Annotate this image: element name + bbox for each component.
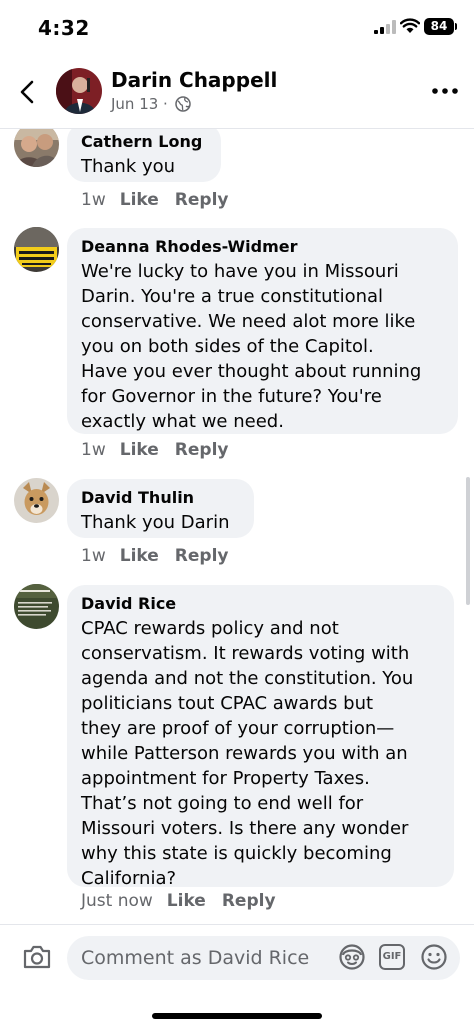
comment-author[interactable]: David Rice [81,592,440,616]
comment-actions: 1w Like Reply [81,190,228,210]
like-button[interactable]: Like [167,891,206,911]
avatar[interactable] [14,584,59,629]
home-indicator [152,1013,322,1019]
comment-text: Thank you [81,156,176,177]
cellular-signal-icon [374,20,396,34]
comment-bubble: Deanna Rhodes-Widmer We're lucky to have… [67,228,458,434]
more-dots-icon[interactable] [432,86,458,96]
reply-button[interactable]: Reply [175,440,229,460]
wifi-icon [400,18,420,33]
camera-icon[interactable] [22,943,52,971]
chevron-left-icon[interactable] [14,74,42,110]
comment-bubble: Cathern Long Thank you [67,129,221,182]
comment-list[interactable]: Cathern Long Thank you 1w Like Reply Deann… [0,129,474,919]
status-bar: 4:32 84 [0,0,474,56]
comment-bubble: David Rice CPAC rewards policy and not c… [67,585,454,889]
comment-time: 1w [81,190,106,210]
avatar[interactable] [56,68,102,114]
comment-time: 1w [81,546,106,566]
post-header: Darin Chappell Jun 13 · [0,56,474,129]
comment-composer: Comment as David Rice GIF [0,924,474,1027]
scrollbar[interactable] [466,477,470,605]
post-date: Jun 13 · [111,95,191,113]
comment-text: CPAC rewards policy and not conservatism… [81,618,414,889]
avatar[interactable] [14,129,59,167]
like-button[interactable]: Like [120,546,159,566]
comment-text: Thank you Darin [81,512,230,533]
comment-text: We're lucky to have you in Missouri Dari… [81,261,422,432]
avatar[interactable] [14,478,59,523]
gif-icon[interactable]: GIF [379,944,405,970]
reply-button[interactable]: Reply [175,546,229,566]
post-date-text: Jun 13 · [111,95,168,113]
status-time: 4:32 [38,16,90,40]
like-button[interactable]: Like [120,440,159,460]
battery-tip [455,23,457,30]
comment-author[interactable]: Deanna Rhodes-Widmer [81,235,444,259]
comment-time: Just now [81,891,153,911]
comment-actions: 1w Like Reply [81,546,228,566]
comment-actions: 1w Like Reply [81,440,228,460]
avatar[interactable] [14,227,59,272]
comment-time: 1w [81,440,106,460]
battery-icon: 84 [424,18,454,35]
comment-author[interactable]: David Thulin [81,486,240,510]
comment-author[interactable]: Cathern Long [81,130,207,154]
globe-icon [174,96,191,112]
emoji-icon[interactable] [420,943,448,971]
like-button[interactable]: Like [120,190,159,210]
comment-bubble: David Thulin Thank you Darin [67,479,254,538]
page-title[interactable]: Darin Chappell [111,68,277,92]
avatar-sticker-icon[interactable] [338,943,366,971]
reply-button[interactable]: Reply [222,891,276,911]
reply-button[interactable]: Reply [175,190,229,210]
comment-actions: Just now Like Reply [81,891,276,911]
